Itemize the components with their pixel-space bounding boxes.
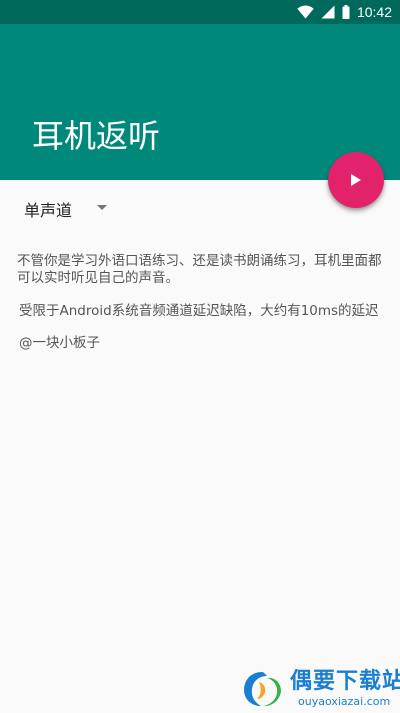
battery-icon — [342, 5, 350, 19]
status-icons: 10:42 — [297, 0, 392, 24]
play-button[interactable] — [328, 152, 384, 208]
watermark-logo-icon — [240, 669, 284, 713]
dropdown-arrow-icon — [97, 205, 107, 210]
channel-spinner[interactable]: 单声道 — [24, 196, 124, 222]
author-credit-text: @一块小板子 — [19, 335, 100, 351]
wifi-icon — [297, 5, 314, 19]
description-text: 不管你是学习外语口语练习、还是读书朗诵练习，耳机里面都可以实时听见自己的声音。 — [17, 253, 382, 286]
page-title: 耳机返听 — [32, 117, 161, 155]
channel-spinner-value: 单声道 — [24, 201, 73, 220]
watermark: 偶要下载站 ouyaoxiazai.com — [240, 667, 400, 710]
latency-note-text: 受限于Android系统音频通道延迟缺陷，大约有10ms的延迟 — [19, 303, 379, 319]
status-bar: 10:42 — [0, 0, 400, 24]
signal-icon — [321, 5, 335, 19]
watermark-domain: ouyaoxiazai.com — [298, 695, 391, 708]
play-icon — [351, 174, 361, 186]
watermark-name: 偶要下载站 — [290, 669, 400, 694]
status-time: 10:42 — [356, 4, 392, 20]
